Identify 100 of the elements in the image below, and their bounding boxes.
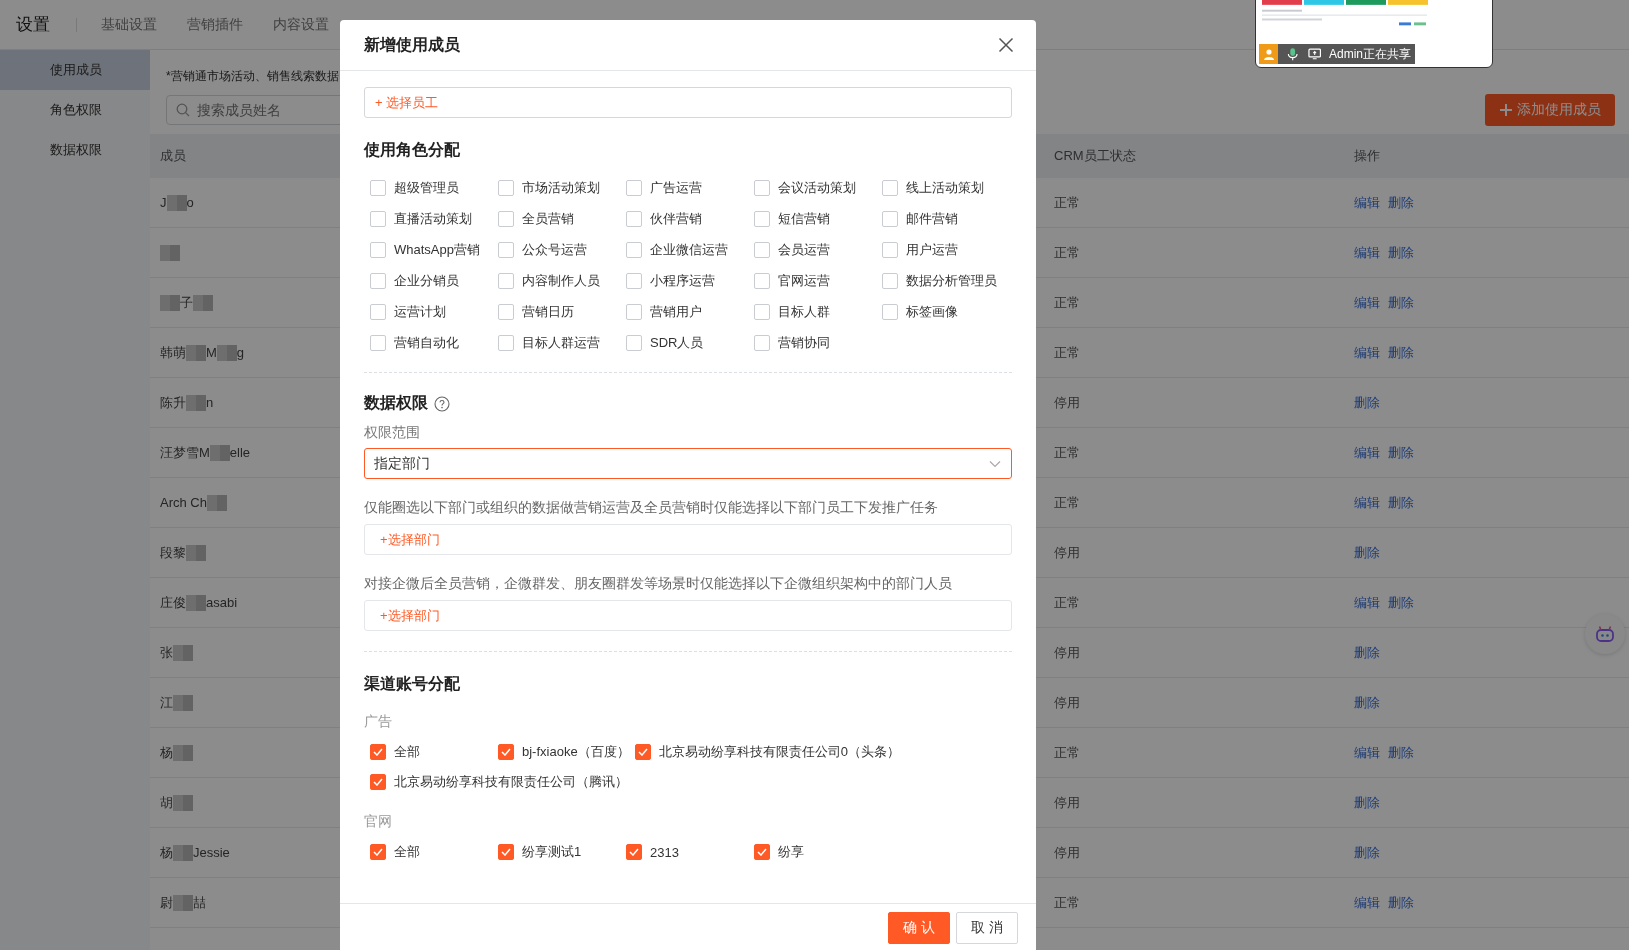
action-link[interactable]: 编辑	[1354, 193, 1380, 212]
sidebar-item[interactable]: 角色权限	[0, 90, 150, 130]
checkbox[interactable]	[634, 744, 651, 760]
checkbox[interactable]	[754, 273, 770, 289]
action-link[interactable]: 编辑	[1354, 743, 1380, 762]
checkbox[interactable]	[754, 304, 770, 320]
checkbox[interactable]	[626, 242, 642, 258]
notice-text: *营销通市场活动、销售线索数据	[166, 68, 339, 85]
checkbox[interactable]	[498, 211, 514, 227]
checkbox[interactable]	[626, 304, 642, 320]
checkbox-label: 全部	[394, 843, 420, 861]
checkbox[interactable]	[498, 335, 514, 351]
column-header: CRM员工状态	[1054, 148, 1136, 163]
checkbox[interactable]	[370, 304, 386, 320]
checkbox-label: 全员营销	[522, 210, 574, 228]
sidebar-item[interactable]: 数据权限	[0, 130, 150, 170]
sidebar-item[interactable]: 使用成员	[0, 50, 150, 90]
close-button[interactable]	[996, 35, 1016, 55]
checkbox[interactable]	[498, 273, 514, 289]
checkbox[interactable]	[498, 180, 514, 196]
member-name: 汪梦雪M	[160, 443, 210, 462]
action-link[interactable]: 删除	[1388, 293, 1414, 312]
action-link[interactable]: 删除	[1388, 243, 1414, 262]
action-link[interactable]: 编辑	[1354, 893, 1380, 912]
action-link[interactable]: 删除	[1354, 543, 1380, 562]
checkbox[interactable]	[370, 774, 386, 790]
checkbox[interactable]	[882, 242, 898, 258]
checkbox[interactable]	[498, 744, 514, 760]
checkbox-label: 短信营销	[778, 210, 830, 228]
checkbox-label: 标签画像	[906, 303, 958, 321]
action-link[interactable]: 删除	[1388, 593, 1414, 612]
checkbox[interactable]	[754, 335, 770, 351]
department-picker[interactable]: +选择部门	[364, 524, 1012, 555]
action-link[interactable]: 删除	[1354, 843, 1380, 862]
checkbox-label: 营销用户	[650, 303, 702, 321]
action-link[interactable]: 删除	[1354, 643, 1380, 662]
checkbox[interactable]	[498, 844, 514, 860]
nav-tab[interactable]: 内容设置	[273, 15, 329, 34]
department-picker[interactable]: +选择部门	[364, 600, 1012, 631]
close-icon	[998, 37, 1014, 53]
checkbox[interactable]	[882, 211, 898, 227]
action-link[interactable]: 删除	[1388, 893, 1414, 912]
nav-tab[interactable]: 基础设置	[101, 15, 157, 34]
member-name: 杨	[160, 743, 173, 762]
checkbox[interactable]	[370, 180, 386, 196]
checkbox[interactable]	[754, 180, 770, 196]
action-link[interactable]: 删除	[1354, 793, 1380, 812]
group-label: 广告	[364, 713, 393, 731]
checkbox-label: 用户运营	[906, 241, 958, 259]
action-link[interactable]: 删除	[1388, 443, 1414, 462]
action-link[interactable]: 编辑	[1354, 293, 1380, 312]
checkbox[interactable]	[370, 744, 386, 760]
checkbox[interactable]	[626, 844, 642, 860]
share-status-text: Admin正在共享	[1328, 45, 1411, 63]
checkbox[interactable]	[370, 242, 386, 258]
checkbox[interactable]	[626, 335, 642, 351]
action-link[interactable]: 编辑	[1354, 343, 1380, 362]
checkbox[interactable]	[882, 304, 898, 320]
checkbox[interactable]	[754, 211, 770, 227]
checkbox[interactable]	[626, 180, 642, 196]
action-link[interactable]: 删除	[1388, 493, 1414, 512]
nav-tab[interactable]: 营销插件	[187, 15, 243, 34]
checkbox-label: 直播活动策划	[394, 210, 472, 228]
checkbox[interactable]	[754, 844, 770, 860]
scope-select[interactable]: 指定部门	[364, 448, 1012, 479]
column-header: 成员	[160, 148, 186, 163]
checkbox[interactable]	[370, 844, 386, 860]
action-link[interactable]: 编辑	[1354, 593, 1380, 612]
checkbox-label: WhatsApp营销	[394, 241, 480, 259]
action-link[interactable]: 删除	[1354, 693, 1380, 712]
help-icon[interactable]	[434, 395, 450, 412]
checkbox[interactable]	[882, 180, 898, 196]
add-member-button[interactable]: 添加使用成员	[1485, 94, 1615, 126]
checkbox[interactable]	[370, 211, 386, 227]
checkbox[interactable]	[498, 242, 514, 258]
pixelated-block	[209, 444, 230, 461]
assistant-button[interactable]	[1585, 614, 1625, 654]
pixelated-block	[216, 344, 237, 361]
action-link[interactable]: 删除	[1388, 343, 1414, 362]
checkbox[interactable]	[626, 273, 642, 289]
employee-picker[interactable]: + 选择员工	[364, 87, 1012, 118]
checkbox[interactable]	[882, 273, 898, 289]
checkbox[interactable]	[498, 304, 514, 320]
checkbox[interactable]	[370, 273, 386, 289]
cancel-button[interactable]: 取 消	[956, 912, 1018, 944]
action-link[interactable]: 编辑	[1354, 493, 1380, 512]
check-icon	[629, 848, 639, 856]
action-link[interactable]: 删除	[1388, 193, 1414, 212]
checkbox-label: 全部	[394, 743, 420, 761]
status-text: 正常	[1054, 594, 1080, 610]
check-icon	[373, 748, 383, 756]
action-link[interactable]: 编辑	[1354, 243, 1380, 262]
action-link[interactable]: 删除	[1354, 393, 1380, 412]
checkbox[interactable]	[754, 242, 770, 258]
confirm-button[interactable]: 确 认	[888, 912, 950, 944]
checkbox[interactable]	[370, 335, 386, 351]
checkbox-label: 营销日历	[522, 303, 574, 321]
action-link[interactable]: 编辑	[1354, 443, 1380, 462]
checkbox[interactable]	[626, 211, 642, 227]
action-link[interactable]: 删除	[1388, 743, 1414, 762]
